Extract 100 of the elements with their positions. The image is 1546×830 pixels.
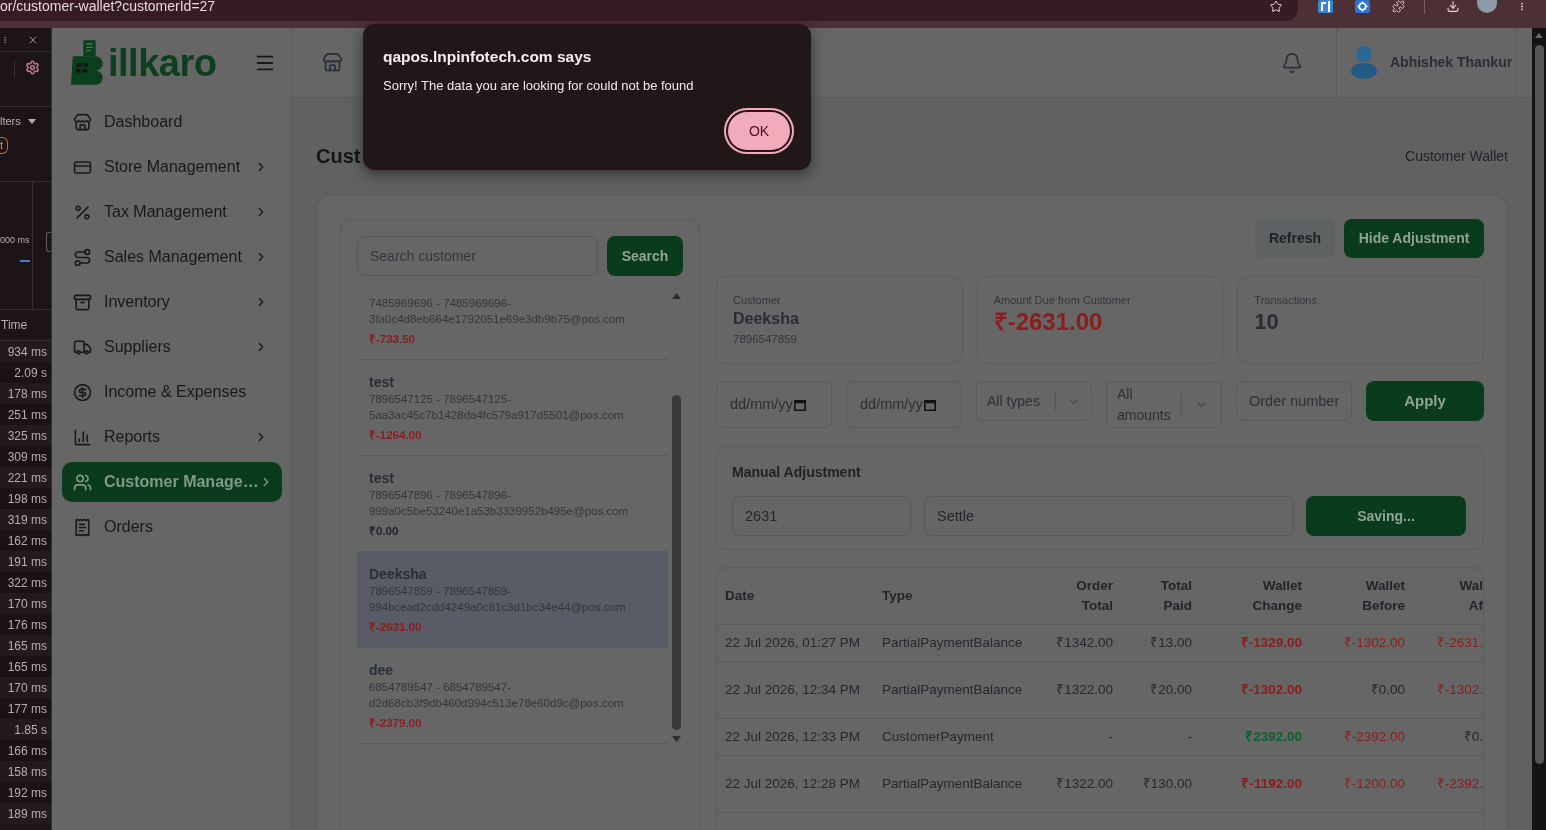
date-field[interactable]: dd/mm/yy [716, 381, 832, 428]
column-header: Type [882, 587, 913, 605]
summary-value: 10 [1254, 308, 1280, 336]
url-text: or/customer-wallet?customerId=27 [0, 0, 217, 13]
caret-down-icon[interactable] [27, 118, 36, 124]
table-cell-text: ₹0. [1463, 727, 1483, 746]
hide-adjustment-button[interactable]: Hide Adjustment [1344, 219, 1484, 258]
duration-cell: 221 ms [0, 467, 51, 488]
table-cell-text: ₹-1192.00 [1241, 774, 1302, 793]
route-icon [73, 247, 92, 267]
column-header[interactable]: Time [1, 316, 28, 334]
apply-button[interactable]: Apply [1366, 381, 1484, 421]
adjustment-title: Manual Adjustment [732, 464, 862, 480]
table-cell-text: ₹-1302.00 [1240, 680, 1302, 699]
table-cell-text: PartialPaymentBalance [882, 680, 1023, 699]
customer-name: test [369, 373, 395, 391]
table-cell-text: PartialPaymentBalance [882, 633, 1023, 652]
nav-item[interactable]: Customer Manage… [62, 462, 282, 502]
duration-cell: 189 ms [0, 803, 51, 824]
page-scrollbar[interactable] [1532, 28, 1546, 830]
table-cell-text: - [1108, 727, 1113, 746]
note-field[interactable]: Settle [924, 496, 1294, 536]
table-cell-text: 22 Jul 2026, 12:28 PM [725, 774, 861, 793]
table-cell-text: ₹0.00 [1370, 680, 1405, 699]
scroll-down-icon[interactable] [671, 736, 681, 742]
search-button[interactable]: Search [607, 236, 683, 276]
bar-chart-icon [73, 427, 92, 447]
table-cell-text: ₹1322.00 [1056, 680, 1113, 699]
extension-icon[interactable] [1318, 0, 1333, 13]
table-cell-text: ₹-1302. [1436, 680, 1483, 699]
table-cell-text: ₹2392.00 [1245, 727, 1302, 746]
archive-icon [73, 292, 92, 312]
scroll-up-icon[interactable] [1535, 33, 1543, 38]
column-header: Date [725, 587, 755, 605]
date-field[interactable]: dd/mm/yy [846, 381, 962, 428]
scrollbar-thumb[interactable] [1534, 45, 1544, 764]
duration-cell: 170 ms [0, 593, 51, 614]
puzzle-icon[interactable] [1390, 0, 1407, 13]
dollar-circle-icon [73, 382, 92, 402]
amount-field[interactable]: 2631 [732, 496, 911, 536]
store-icon [73, 112, 92, 132]
table-cell-text: ₹13.00 [1150, 633, 1192, 652]
duration-cell: 325 ms [0, 425, 51, 446]
type-select[interactable]: All types [976, 381, 1092, 421]
resize-handle[interactable] [46, 232, 51, 252]
store-icon[interactable] [322, 52, 343, 73]
summary-value: Deeksha [733, 310, 800, 328]
timeline-label: 000 ms [0, 234, 31, 246]
table-cell-text: 22 Jul 2026, 12:33 PM [725, 727, 861, 746]
duration-cell: 178 ms [0, 383, 51, 404]
table-cell-text: PartialPaymentBalance [882, 774, 1023, 793]
table-cell-text: ₹-2392.00 [1343, 727, 1405, 746]
customer-balance: ₹-2379.00 [369, 716, 423, 731]
duration-cell: 1.85 s [0, 719, 51, 740]
column-header: Wallet Before [1362, 577, 1405, 615]
nav-item[interactable]: Sales Management [62, 237, 282, 277]
nav-item[interactable]: Income & Expenses [62, 372, 282, 412]
user-name[interactable]: Abhishek Thankur [1390, 52, 1513, 73]
timeline-bar [20, 260, 30, 262]
calendar-icon[interactable] [794, 398, 806, 411]
nav-item[interactable]: Inventory [62, 282, 282, 322]
duration-cell: 319 ms [0, 509, 51, 530]
table-cell-text: ₹-1200.00 [1343, 774, 1405, 793]
nav-item[interactable]: Orders [62, 507, 282, 547]
order-number-field[interactable]: Order number [1236, 381, 1352, 421]
nav-item[interactable]: Store Management [62, 147, 282, 187]
column-header: Order Total [1076, 577, 1113, 615]
table-cell-text: ₹-2631. [1436, 633, 1483, 652]
refresh-button[interactable]: Refresh [1255, 219, 1335, 258]
column-header: Total Paid [1160, 577, 1192, 615]
page-title: Cust [316, 144, 361, 169]
calendar-icon[interactable] [924, 398, 936, 411]
table-cell-text: ₹-2392. [1436, 774, 1483, 793]
nav-item[interactable]: Dashboard [62, 102, 282, 142]
avatar-icon[interactable] [1477, 0, 1497, 13]
settings-icon[interactable] [25, 60, 40, 75]
filter-chip[interactable]: t [0, 137, 8, 154]
summary-value: ₹-2631.00 [993, 308, 1104, 336]
customer-balance: ₹-2631.00 [369, 620, 423, 635]
scroll-up-icon[interactable] [671, 293, 681, 299]
address-bar[interactable]: or/customer-wallet?customerId=27 [0, 0, 1298, 21]
nav-item[interactable]: Suppliers [62, 327, 282, 367]
extension-icon[interactable] [1355, 0, 1370, 13]
table-cell-text: ₹-1302.00 [1343, 633, 1405, 652]
ok-button[interactable]: OK [724, 108, 794, 154]
table-cell-text: ₹1342.00 [1056, 633, 1113, 652]
scrollbar-thumb[interactable] [671, 395, 681, 730]
nav-item[interactable]: Reports [62, 417, 282, 457]
bookmark-star-icon[interactable] [1269, 0, 1283, 13]
notification-bell-icon[interactable] [1281, 50, 1303, 75]
table-cell-text: CustomerPayment [882, 727, 994, 746]
logo-text: illkaro [108, 42, 217, 84]
saving-button[interactable]: Saving... [1306, 496, 1466, 536]
table-cell-text: 22 Jul 2026, 01:27 PM [725, 633, 861, 652]
duration-cell: 191 ms [0, 551, 51, 572]
amount-select[interactable]: All amounts [1106, 381, 1222, 428]
download-icon[interactable] [1445, 0, 1461, 13]
breadcrumb[interactable]: Customer Wallet [1405, 145, 1508, 167]
customer-name: dee [369, 661, 395, 679]
nav-item[interactable]: Tax Management [62, 192, 282, 232]
